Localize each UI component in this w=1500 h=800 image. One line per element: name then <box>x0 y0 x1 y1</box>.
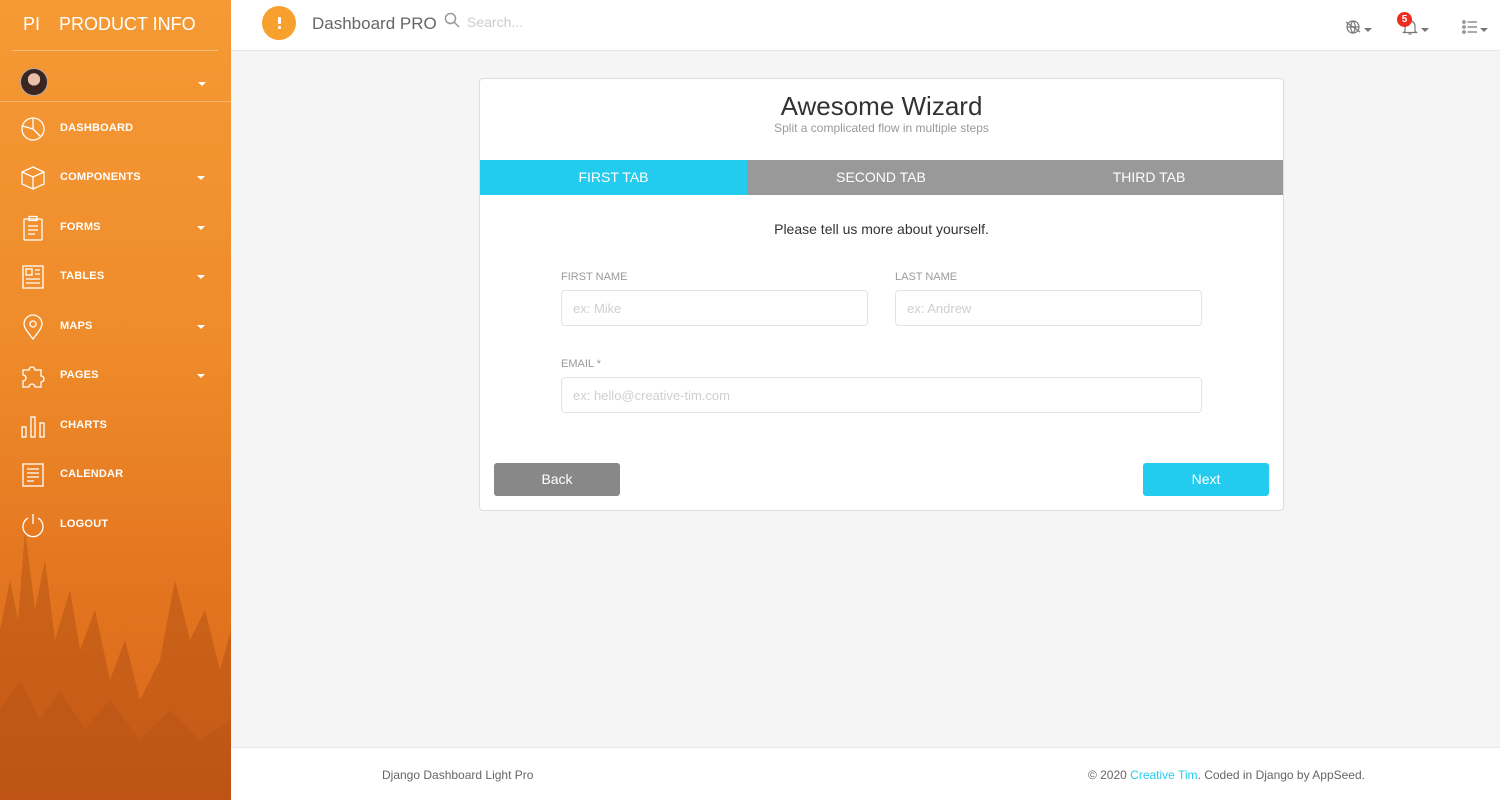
chevron-down-icon <box>1364 28 1372 32</box>
last-name-label: LAST NAME <box>895 271 958 283</box>
sidebar-item-components[interactable]: COMPONENTS <box>0 156 231 200</box>
exclamation-icon <box>278 17 281 24</box>
box-icon <box>21 166 45 190</box>
sidebar-item-charts[interactable]: CHARTS <box>0 404 231 448</box>
email-label: EMAIL * <box>561 358 601 370</box>
divider <box>0 101 231 102</box>
last-name-field[interactable] <box>895 290 1202 326</box>
exclamation-dot <box>278 26 281 29</box>
chevron-down-icon <box>197 374 205 378</box>
sidebar: PI PRODUCT INFO DASHBOARD COMPONENTS FOR… <box>0 0 231 800</box>
sidebar-item-label: DASHBOARD <box>60 122 134 134</box>
tab-second[interactable]: SECOND TAB <box>747 160 1015 195</box>
first-name-field[interactable] <box>561 290 868 326</box>
power-icon <box>22 514 44 538</box>
wizard-title: Awesome Wizard <box>780 91 983 121</box>
chevron-down-icon <box>197 275 205 279</box>
sidebar-item-label: MAPS <box>60 320 93 332</box>
clipboard-icon <box>23 215 43 241</box>
brand-name[interactable]: PRODUCT INFO <box>59 14 196 35</box>
topbar: Dashboard PRO 5 <box>231 0 1500 51</box>
chevron-down-icon <box>198 82 206 86</box>
sidebar-item-logout[interactable]: LOGOUT <box>0 503 231 547</box>
wizard-tabs: FIRST TAB SECOND TAB THIRD TAB <box>480 160 1283 195</box>
sidebar-item-label: COMPONENTS <box>60 171 141 183</box>
map-pin-icon <box>23 314 43 340</box>
copyright-prefix: © 2020 <box>1087 768 1127 782</box>
creative-tim-link[interactable]: Creative Tim <box>1130 768 1197 782</box>
wizard-subtitle: Split a complicated flow in multiple ste… <box>774 121 989 135</box>
chevron-down-icon <box>197 176 205 180</box>
back-button[interactable]: Back <box>494 463 620 496</box>
sidebar-item-tables[interactable]: TABLES <box>0 255 231 299</box>
sidebar-toggle-button[interactable] <box>262 6 296 40</box>
divider <box>12 50 218 51</box>
sidebar-item-label: TABLES <box>60 270 105 282</box>
chevron-down-icon <box>197 325 205 329</box>
bar-chart-icon <box>21 416 45 438</box>
wizard-card: Awesome Wizard Split a complicated flow … <box>479 78 1284 511</box>
chevron-down-icon <box>197 226 205 230</box>
tab-first[interactable]: FIRST TAB <box>480 160 747 195</box>
globe-icon[interactable] <box>1344 18 1362 36</box>
sidebar-item-label: PAGES <box>60 369 99 381</box>
sidebar-item-label: FORMS <box>60 221 101 233</box>
footer: Django Dashboard Light Pro © 2020 Creati… <box>231 747 1500 800</box>
pie-chart-icon <box>21 117 45 141</box>
list-icon[interactable] <box>1461 18 1479 36</box>
next-button[interactable]: Next <box>1143 463 1269 496</box>
wizard-info-text: Please tell us more about yourself. <box>774 221 989 237</box>
sidebar-item-maps[interactable]: MAPS <box>0 305 231 349</box>
brand-mini-logo[interactable]: PI <box>23 14 40 35</box>
chevron-down-icon <box>1421 28 1429 32</box>
puzzle-icon <box>22 366 45 388</box>
sidebar-item-dashboard[interactable]: DASHBOARD <box>0 107 231 151</box>
sidebar-item-label: CHARTS <box>60 419 108 431</box>
footer-copyright: © 2020 Creative Tim. Coded in Django by … <box>1088 768 1365 782</box>
email-field[interactable] <box>561 377 1202 413</box>
footer-app-name: Django Dashboard Light Pro <box>382 768 534 782</box>
avatar <box>20 68 48 96</box>
sidebar-item-pages[interactable]: PAGES <box>0 354 231 398</box>
table-icon <box>22 265 44 289</box>
sidebar-item-calendar[interactable]: CALENDAR <box>0 453 231 497</box>
tab-third[interactable]: THIRD TAB <box>1015 160 1283 195</box>
search-input[interactable] <box>467 10 667 34</box>
search-icon[interactable] <box>444 12 460 28</box>
first-name-label: FIRST NAME <box>561 271 628 283</box>
brand[interactable]: PI PRODUCT INFO <box>0 0 231 50</box>
page-title[interactable]: Dashboard PRO <box>312 14 437 34</box>
notepad-icon <box>22 463 44 487</box>
user-menu[interactable] <box>0 65 231 101</box>
notification-badge: 5 <box>1397 12 1412 27</box>
copyright-suffix: . Coded in Django by AppSeed. <box>1197 768 1365 782</box>
sidebar-item-label: CALENDAR <box>60 468 124 480</box>
chevron-down-icon <box>1480 28 1488 32</box>
sidebar-item-forms[interactable]: FORMS <box>0 206 231 250</box>
sidebar-item-label: LOGOUT <box>60 518 109 530</box>
